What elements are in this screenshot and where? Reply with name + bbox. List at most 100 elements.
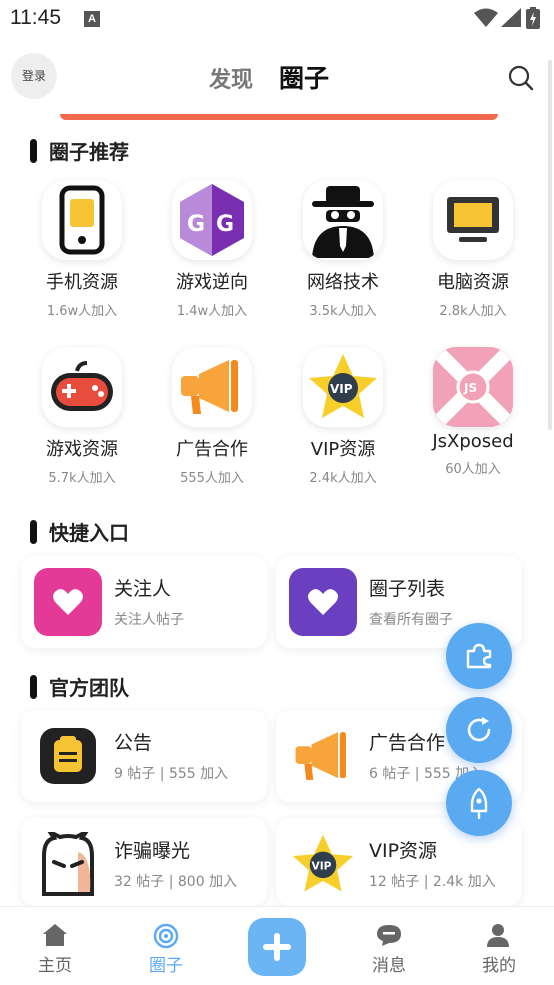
nav-label: 圈子 xyxy=(149,956,183,976)
nav-home[interactable]: 主页 xyxy=(0,907,110,985)
card-subtitle: 12 帖子 | 2.4k 加入 xyxy=(369,874,496,890)
circle-item-vip[interactable]: VIP VIP资源 2.4k人加入 xyxy=(288,347,398,486)
svg-text:JS: JS xyxy=(463,381,477,395)
user-icon xyxy=(487,924,509,947)
circle-item-ad[interactable]: 广告合作 555人加入 xyxy=(157,347,267,486)
circle-name: VIP资源 xyxy=(310,439,376,460)
hacker-icon xyxy=(303,180,383,260)
circle-count: 3.5k人加入 xyxy=(309,304,377,319)
jsxposed-icon: JS xyxy=(433,347,513,427)
heart-icon xyxy=(34,568,102,636)
notice-icon xyxy=(34,722,102,790)
puzzle-icon xyxy=(466,643,492,669)
vip-star-icon: VIP xyxy=(289,830,357,898)
circle-name: 网络技术 xyxy=(307,272,379,293)
circle-count: 2.8k人加入 xyxy=(439,304,507,319)
circle-item-game-res[interactable]: 游戏资源 5.7k人加入 xyxy=(27,347,137,486)
home-icon xyxy=(43,924,67,946)
card-subtitle: 32 帖子 | 800 加入 xyxy=(114,874,238,890)
plus-icon xyxy=(263,933,291,961)
megaphone-icon xyxy=(172,347,252,427)
circle-name: JsXposed xyxy=(432,431,514,452)
circle-item-network[interactable]: 网络技术 3.5k人加入 xyxy=(288,180,398,319)
circle-item-jsxposed[interactable]: JS JsXposed 60人加入 xyxy=(418,347,528,477)
official-card-notice[interactable]: 公告 9 帖子 | 555 加入 xyxy=(21,710,267,802)
card-subtitle: 关注人帖子 xyxy=(114,612,184,628)
section-title-text: 官方团队 xyxy=(49,676,129,700)
circle-count: 60人加入 xyxy=(445,462,501,477)
circle-icon xyxy=(153,923,179,949)
section-title-shortcuts: 快捷入口 xyxy=(30,517,129,546)
nav-me[interactable]: 我的 xyxy=(444,907,554,985)
ghost-icon xyxy=(34,830,102,898)
nav-circles[interactable]: 圈子 xyxy=(111,907,221,985)
section-title-text: 圈子推荐 xyxy=(49,140,129,164)
section-title-official: 官方团队 xyxy=(30,672,129,701)
game-guardian-icon: GG xyxy=(172,180,252,260)
circle-count: 555人加入 xyxy=(180,471,244,486)
status-bar: 11:45 A xyxy=(0,0,554,40)
svg-text:G: G xyxy=(216,212,234,237)
login-button[interactable]: 登录 xyxy=(11,53,57,99)
card-title: 公告 xyxy=(114,732,153,754)
svg-text:G: G xyxy=(187,212,205,237)
circle-item-phone[interactable]: 手机资源 1.6w人加入 xyxy=(27,180,137,319)
refresh-icon xyxy=(467,717,491,742)
circle-name: 手机资源 xyxy=(46,272,118,293)
tab-circles[interactable]: 圈子 xyxy=(279,59,329,95)
circle-count: 1.4w人加入 xyxy=(176,304,248,319)
svg-text:VIP: VIP xyxy=(311,859,331,872)
gamepad-icon xyxy=(42,347,122,427)
battery-icon xyxy=(526,7,540,29)
circle-name: 电脑资源 xyxy=(437,272,509,293)
circle-count: 2.4k人加入 xyxy=(309,471,377,486)
card-subtitle: 查看所有圈子 xyxy=(369,612,453,628)
circle-name: 游戏资源 xyxy=(46,439,118,460)
nav-label: 消息 xyxy=(372,956,406,976)
section-marker xyxy=(30,674,37,699)
section-marker xyxy=(30,519,37,544)
card-title: 广告合作 xyxy=(369,732,446,754)
monitor-icon xyxy=(433,180,513,260)
megaphone-icon xyxy=(289,722,357,790)
status-time: 11:45 xyxy=(10,6,61,29)
section-marker xyxy=(30,138,37,163)
heart-icon xyxy=(289,568,357,636)
banner[interactable] xyxy=(60,114,498,120)
post-button[interactable] xyxy=(248,918,306,976)
signal-icon xyxy=(501,8,521,27)
circle-count: 5.7k人加入 xyxy=(48,471,116,486)
bottom-nav: 主页 圈子 消息 我的 xyxy=(0,906,554,985)
wifi-icon xyxy=(474,8,498,27)
notification-icon: A xyxy=(84,11,100,27)
message-icon xyxy=(377,925,401,946)
card-title: 诈骗曝光 xyxy=(114,840,191,862)
card-title: 关注人 xyxy=(114,578,172,600)
refresh-fab[interactable] xyxy=(446,697,512,763)
section-title-recommend: 圈子推荐 xyxy=(30,136,129,165)
circle-count: 1.6w人加入 xyxy=(46,304,118,319)
phone-icon xyxy=(42,180,122,260)
search-icon[interactable] xyxy=(507,64,535,92)
tab-discover[interactable]: 发现 xyxy=(209,62,253,94)
shortcut-card-follow[interactable]: 关注人 关注人帖子 xyxy=(21,556,267,648)
section-title-text: 快捷入口 xyxy=(49,521,129,545)
rocket-icon xyxy=(470,787,488,819)
rocket-fab[interactable] xyxy=(446,770,512,836)
card-title: 圈子列表 xyxy=(369,578,446,600)
vip-star-icon: VIP xyxy=(303,347,383,427)
card-title: VIP资源 xyxy=(369,840,438,862)
nav-label: 主页 xyxy=(38,956,72,976)
circle-name: 广告合作 xyxy=(176,439,248,460)
scrollbar[interactable] xyxy=(548,60,552,430)
nav-label: 我的 xyxy=(482,956,516,976)
puzzle-fab[interactable] xyxy=(446,623,512,689)
card-subtitle: 9 帖子 | 555 加入 xyxy=(114,766,229,782)
circle-item-pc[interactable]: 电脑资源 2.8k人加入 xyxy=(418,180,528,319)
official-card-fraud[interactable]: 诈骗曝光 32 帖子 | 800 加入 xyxy=(21,818,267,906)
circle-item-game-reverse[interactable]: GG 游戏逆向 1.4w人加入 xyxy=(157,180,267,319)
svg-text:VIP: VIP xyxy=(330,382,353,396)
circle-name: 游戏逆向 xyxy=(176,272,248,293)
top-bar: 登录 发现 圈子 xyxy=(0,40,554,114)
nav-messages[interactable]: 消息 xyxy=(334,907,444,985)
